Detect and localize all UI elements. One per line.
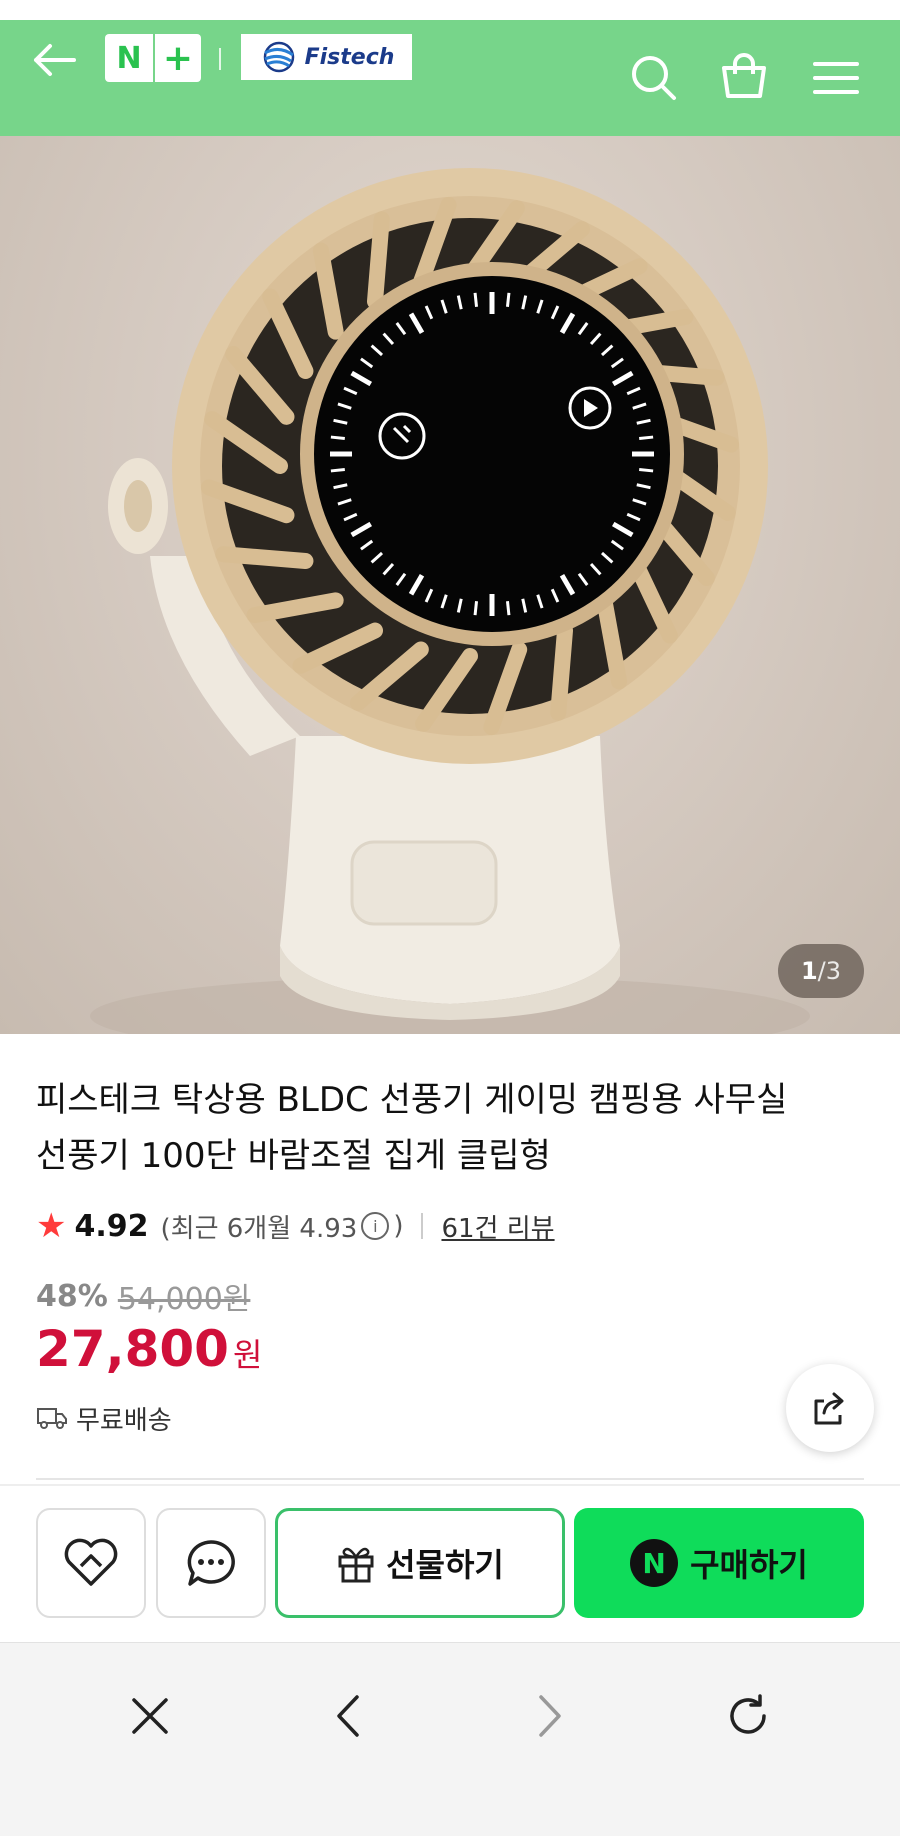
rating-score: 4.92 — [74, 1208, 149, 1244]
counter-current: 1 — [800, 957, 818, 985]
shipping-label: 무료배송 — [76, 1405, 172, 1436]
naver-pay-badge: N — [630, 1539, 679, 1587]
fan-blade — [550, 622, 573, 721]
fan-logo-icon — [263, 41, 294, 73]
dial-tick — [639, 467, 654, 473]
counter-separator: / — [817, 957, 826, 985]
image-counter: 1 / 3 — [778, 944, 864, 998]
dial-tick — [505, 292, 511, 307]
hamburger-menu-icon[interactable] — [808, 50, 864, 106]
brand-name: Fistech — [304, 44, 395, 70]
fan-blade — [215, 546, 314, 569]
fan-blade — [367, 211, 390, 310]
chevron-left-icon[interactable] — [312, 1680, 384, 1752]
gift-button[interactable]: 선물하기 — [275, 1508, 565, 1618]
badge-plus: + — [162, 37, 194, 79]
shopping-bag-icon[interactable] — [716, 48, 772, 104]
dial-tick — [330, 435, 345, 441]
desk-fan-illustration — [90, 168, 810, 1034]
brand-logo[interactable]: Fistech — [241, 34, 412, 80]
recent-rating-text: (최근 6개월 4.93 — [160, 1213, 358, 1244]
title-line-2: 선풍기 100단 바람조절 집게 클립형 — [36, 1136, 551, 1176]
close-icon[interactable] — [114, 1680, 186, 1752]
shipping-row: 무료배송 — [36, 1398, 172, 1438]
search-icon[interactable] — [626, 50, 682, 106]
dial-tick — [639, 435, 654, 441]
badge-n: N — [116, 40, 142, 76]
product-image[interactable] — [0, 136, 900, 1034]
recent-rating: (최근 6개월 4.93 i ) — [161, 1208, 404, 1245]
star-icon: ★ — [36, 1206, 67, 1246]
dial-tick — [330, 467, 345, 473]
dial-tick — [473, 601, 479, 616]
chat-button[interactable] — [156, 1508, 266, 1618]
section-divider — [36, 1478, 864, 1480]
counter-total: 3 — [825, 957, 842, 985]
reload-icon[interactable] — [712, 1680, 784, 1752]
share-icon — [814, 1392, 844, 1425]
discount-row: 48% 54,000원 — [36, 1276, 251, 1318]
rating-divider — [421, 1213, 424, 1239]
buy-label: 구매하기 — [690, 1546, 808, 1584]
chat-bubble-icon — [187, 1540, 235, 1586]
buy-button[interactable]: N 구매하기 — [574, 1508, 864, 1618]
naver-plus-badge[interactable]: N + — [105, 34, 201, 82]
rating-row: ★ 4.92 (최근 6개월 4.93 i ) 61건 리뷰 — [36, 1206, 555, 1246]
price-row: 27,800 원 — [36, 1320, 262, 1380]
share-button[interactable] — [786, 1364, 874, 1452]
review-count-link[interactable]: 61건 리뷰 — [441, 1208, 554, 1245]
discount-rate: 48% — [36, 1278, 108, 1314]
wishlist-button[interactable] — [36, 1508, 146, 1618]
product-title: 피스테크 탁상용 BLDC 선풍기 게이밍 캠핑용 사무실 선풍기 100단 바… — [36, 1072, 836, 1184]
sale-price: 27,800 — [36, 1320, 229, 1378]
original-price: 54,000원 — [117, 1282, 251, 1317]
truck-icon — [37, 1408, 67, 1429]
chevron-right-icon[interactable] — [514, 1680, 586, 1752]
recent-rating-close: ) — [393, 1211, 404, 1241]
status-gap — [0, 0, 900, 20]
back-arrow-icon[interactable] — [28, 40, 80, 80]
heart-tag-icon — [64, 1538, 118, 1586]
dial-tick — [473, 292, 479, 307]
dial-tick — [505, 601, 511, 616]
info-icon[interactable]: i — [361, 1212, 390, 1240]
gift-icon — [338, 1547, 374, 1583]
gift-label: 선물하기 — [386, 1546, 504, 1584]
header-divider — [219, 48, 221, 70]
title-line-1: 피스테크 탁상용 BLDC 선풍기 게이밍 캠핑용 사무실 — [36, 1080, 788, 1120]
price-unit: 원 — [232, 1336, 263, 1374]
